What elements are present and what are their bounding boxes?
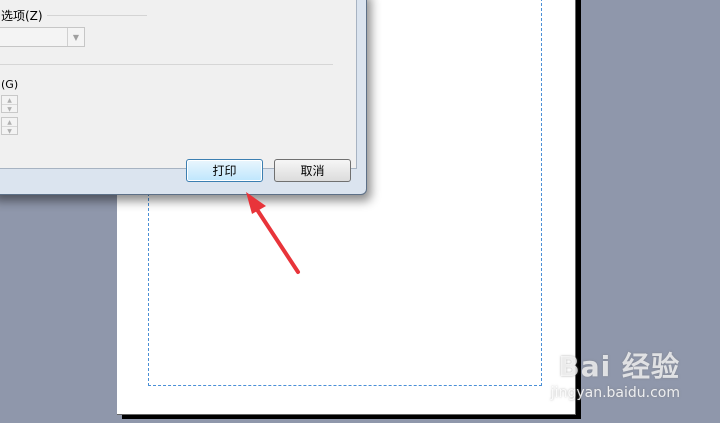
options-group-label: 选项(Z) bbox=[1, 9, 43, 23]
spin-down-icon[interactable]: ▼ bbox=[2, 104, 17, 113]
print-dialog: 选项(Z) ▼ (G) ▲ ▼ ▲ ▼ 打印 取消 bbox=[0, 0, 367, 195]
spin-up-icon[interactable]: ▲ bbox=[2, 96, 17, 104]
watermark-url: jingyan.baidu.com bbox=[550, 385, 680, 401]
spinner-2[interactable]: ▲ ▼ bbox=[1, 117, 18, 135]
dialog-content-area: 选项(Z) ▼ (G) ▲ ▼ ▲ ▼ bbox=[0, 0, 357, 169]
spin-up-icon[interactable]: ▲ bbox=[2, 118, 17, 126]
spin-down-icon[interactable]: ▼ bbox=[2, 126, 17, 135]
group-divider bbox=[47, 15, 147, 16]
print-button[interactable]: 打印 bbox=[186, 159, 263, 182]
cancel-button[interactable]: 取消 bbox=[274, 159, 351, 182]
chevron-down-icon[interactable]: ▼ bbox=[67, 28, 84, 46]
watermark-logo: Bai 经验 bbox=[558, 350, 680, 383]
options-dropdown[interactable]: ▼ bbox=[0, 27, 85, 47]
spinner-group-label: (G) bbox=[1, 78, 19, 91]
section-separator bbox=[0, 64, 333, 65]
watermark: Bai 经验 jingyan.baidu.com bbox=[520, 345, 680, 409]
spinner-1[interactable]: ▲ ▼ bbox=[1, 95, 18, 113]
